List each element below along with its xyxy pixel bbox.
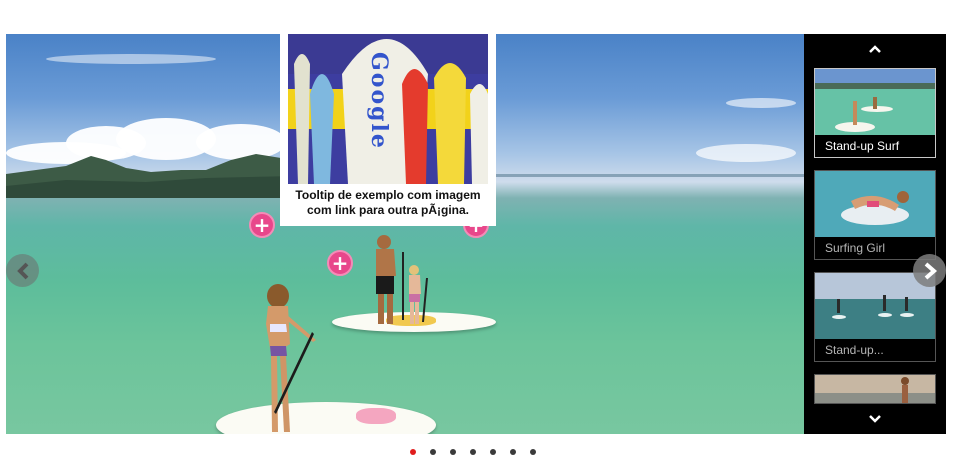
tooltip-text[interactable]: Tooltip de exemplo com imagem com link p…: [288, 188, 488, 218]
google-logo-text: Google: [366, 52, 392, 150]
board-stripe: [356, 408, 396, 424]
chevron-up-icon: [869, 45, 881, 53]
thumbnail-image: [815, 69, 935, 135]
thumbnail-image: [815, 171, 935, 237]
next-slide-button[interactable]: [913, 254, 946, 287]
hotspot-tooltip[interactable]: Google Tooltip de exemplo com imagem com…: [280, 34, 496, 226]
bullet[interactable]: [530, 449, 536, 455]
bullet[interactable]: [470, 449, 476, 455]
hotspot-button[interactable]: +: [249, 212, 275, 238]
girl-paddler: [409, 265, 428, 324]
thumbnail-image: [815, 273, 935, 339]
bullet[interactable]: [430, 449, 436, 455]
bullet[interactable]: [410, 449, 416, 455]
thumbnail-label: Stand-up...: [815, 339, 935, 361]
prev-slide-button[interactable]: [6, 254, 39, 287]
tooltip-image[interactable]: Google: [288, 34, 488, 184]
cloud: [46, 54, 216, 64]
slide-bullets: [410, 449, 536, 457]
hotspot-button[interactable]: +: [327, 250, 353, 276]
cloud: [696, 144, 796, 162]
mountains: [6, 154, 296, 198]
chevron-down-icon: [869, 415, 881, 423]
thumbnail-panel: Stand-up Surf Surfing Girl Stand-up...: [804, 34, 946, 434]
thumbnail-label: Stand-up Surf: [815, 135, 935, 157]
bullet[interactable]: [510, 449, 516, 455]
thumbnail-scroll-down-button[interactable]: [864, 410, 886, 428]
woman-paddler: [266, 284, 316, 432]
thumbnail-label: Surfing Girl: [815, 237, 935, 259]
thumbnail-image: [815, 375, 935, 403]
cloud: [726, 98, 796, 108]
thumbnail-item[interactable]: Stand-up...: [814, 272, 936, 362]
thumbnail-item[interactable]: Surfing Girl: [814, 170, 936, 260]
thumbnail-item[interactable]: Stand-up Surf: [814, 68, 936, 158]
chevron-right-icon: [924, 261, 937, 280]
bullet[interactable]: [490, 449, 496, 455]
bullet[interactable]: [450, 449, 456, 455]
thumbnail-item[interactable]: [814, 374, 936, 404]
chevron-left-icon: [16, 262, 28, 279]
thumbnail-scroll-up-button[interactable]: [864, 40, 886, 58]
